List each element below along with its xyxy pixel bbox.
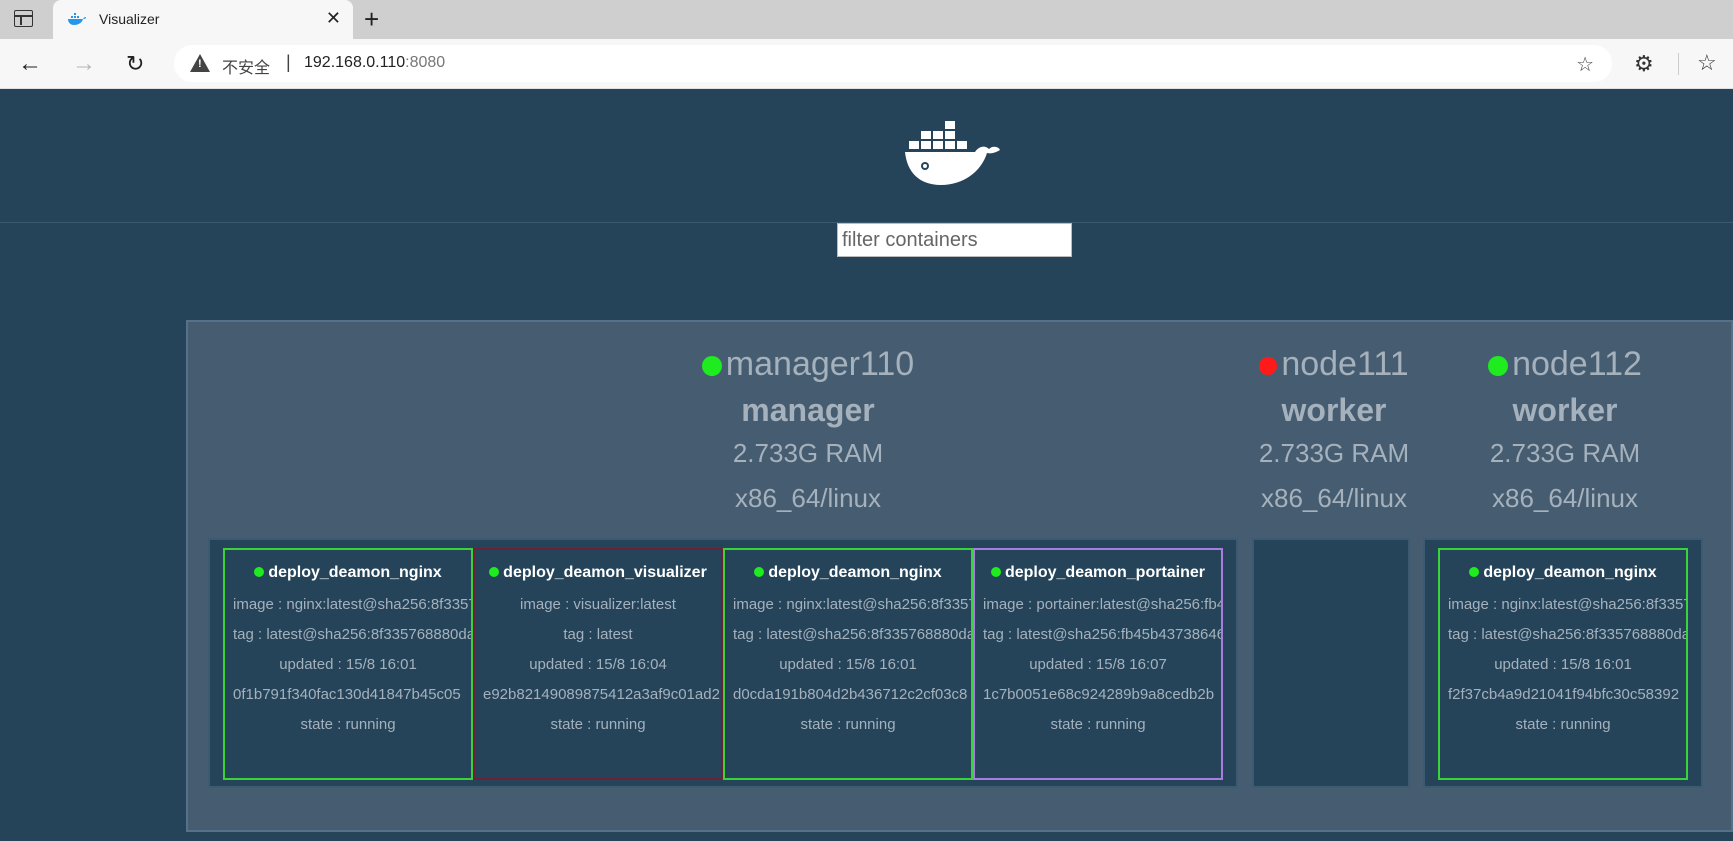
service-status-dot	[754, 566, 765, 577]
node-containers-node111	[1252, 538, 1410, 788]
extensions-icon[interactable]: ⚙	[1634, 51, 1654, 77]
node-ram: 2.733G RAM	[1489, 438, 1641, 468]
url-text[interactable]: 192.168.0.110:8080	[304, 54, 445, 72]
node-role: worker	[1512, 392, 1618, 428]
service-card[interactable]: deploy_deamon_nginx image : nginx:latest…	[1438, 548, 1688, 780]
service-card[interactable]: deploy_deamon_visualizer image : visuali…	[473, 548, 723, 780]
node-containers-node112: deploy_deamon_nginx image : nginx:latest…	[1423, 538, 1703, 788]
service-image: image : visualizer:latest	[520, 596, 676, 613]
docker-favicon-icon	[68, 13, 86, 25]
service-tag: tag : latest@sha256:8f335768880da6baf72b…	[733, 626, 971, 643]
service-image: image : portainer:latest@sha256:fb45b437…	[983, 596, 1223, 613]
address-bar[interactable]: ! 不安全 | 192.168.0.110:8080 ☆	[174, 45, 1612, 82]
tab-title: Visualizer	[99, 11, 160, 27]
node-role: worker	[1281, 392, 1387, 428]
node-role: manager	[741, 392, 875, 428]
service-state: state : running	[300, 716, 396, 733]
service-card[interactable]: deploy_deamon_nginx image : nginx:latest…	[223, 548, 473, 780]
reload-icon[interactable]: ↻	[126, 51, 144, 77]
node-platform: x86_64/linux	[735, 483, 881, 513]
service-id: 1c7b0051e68c924289b9a8cedb2b	[983, 686, 1215, 703]
service-updated: updated : 15/8 16:01	[1494, 656, 1632, 673]
browser-tab[interactable]: Visualizer ✕	[53, 0, 353, 39]
service-card[interactable]: deploy_deamon_portainer image : portaine…	[973, 548, 1223, 780]
warning-icon[interactable]: !	[190, 54, 210, 72]
toolbar-divider	[1678, 53, 1679, 75]
service-status-dot	[990, 566, 1001, 577]
node-ram: 2.733G RAM	[1258, 438, 1410, 468]
service-id: e92b82149089875412a3af9c01ad2	[483, 686, 720, 703]
address-separator: |	[286, 52, 291, 72]
service-card[interactable]: deploy_deamon_nginx image : nginx:latest…	[723, 548, 973, 780]
docker-logo-icon	[905, 121, 1000, 185]
cluster-panel: manager110 manager 2.733G RAM x86_64/lin…	[186, 320, 1733, 832]
node-ram: 2.733G RAM	[732, 438, 884, 468]
browser-toolbar: ← → ↻ ! 不安全 | 192.168.0.110:8080 ☆ ⚙ ☆	[0, 39, 1733, 89]
add-favorite-icon[interactable]: ☆	[1576, 52, 1594, 77]
node-name-manager110: manager110	[608, 345, 1008, 384]
service-title: deploy_deamon_nginx	[225, 564, 471, 582]
service-state: state : running	[550, 716, 646, 733]
tab-actions-icon[interactable]	[14, 10, 33, 27]
service-id: d0cda191b804d2b436712c2cf03c8	[733, 686, 968, 703]
back-arrow-icon[interactable]: ←	[18, 50, 42, 78]
service-state: state : running	[1050, 716, 1146, 733]
service-image: image : nginx:latest@sha256:8f335768880d…	[233, 596, 473, 613]
service-tag: tag : latest	[563, 626, 633, 643]
service-state: state : running	[800, 716, 896, 733]
filter-containers-input[interactable]: filter containers	[837, 223, 1072, 257]
service-id: 0f1b791f340fac130d41847b45c05	[233, 686, 461, 703]
service-tag: tag : latest@sha256:fb45b43738646048a0a0…	[983, 626, 1221, 643]
service-tag: tag : latest@sha256:8f335768880da6baf72b…	[1448, 626, 1686, 643]
favorites-icon[interactable]: ☆	[1697, 50, 1717, 76]
service-updated: updated : 15/8 16:01	[279, 656, 417, 673]
node-status-dot	[1259, 357, 1278, 376]
node-containers-manager110: deploy_deamon_nginx image : nginx:latest…	[208, 538, 1238, 788]
service-updated: updated : 15/8 16:07	[1029, 656, 1167, 673]
node-platform: x86_64/linux	[1261, 483, 1407, 513]
browser-tabbar: Visualizer ✕ +	[0, 0, 1733, 39]
service-updated: updated : 15/8 16:01	[779, 656, 917, 673]
service-title: deploy_deamon_visualizer	[475, 564, 721, 582]
new-tab-icon[interactable]: +	[364, 4, 379, 35]
node-name-node112: node112	[1465, 345, 1665, 384]
service-tag: tag : latest@sha256:8f335768880da6baf72b…	[233, 626, 471, 643]
node-name-node111: node111	[1234, 345, 1434, 384]
service-title: deploy_deamon_nginx	[725, 564, 971, 582]
service-title: deploy_deamon_nginx	[1440, 564, 1686, 582]
node-platform: x86_64/linux	[1492, 483, 1638, 513]
visualizer-page: filter containers manager110 manager 2.7…	[0, 89, 1733, 841]
service-status-dot	[489, 566, 500, 577]
node-status-dot	[701, 356, 722, 377]
page-header	[0, 89, 1733, 223]
service-image: image : nginx:latest@sha256:8f335768880d…	[1448, 596, 1688, 613]
service-status-dot	[254, 566, 265, 577]
service-title: deploy_deamon_portainer	[975, 564, 1221, 582]
service-status-dot	[1469, 566, 1480, 577]
service-image: image : nginx:latest@sha256:8f335768880d…	[733, 596, 973, 613]
service-updated: updated : 15/8 16:04	[529, 656, 667, 673]
node-status-dot	[1488, 356, 1509, 377]
forward-arrow-icon[interactable]: →	[72, 50, 96, 78]
insecure-label[interactable]: 不安全	[222, 54, 270, 78]
service-id: f2f37cb4a9d21041f94bfc30c58392	[1448, 686, 1680, 703]
service-state: state : running	[1515, 716, 1611, 733]
close-tab-icon[interactable]: ✕	[326, 8, 341, 29]
